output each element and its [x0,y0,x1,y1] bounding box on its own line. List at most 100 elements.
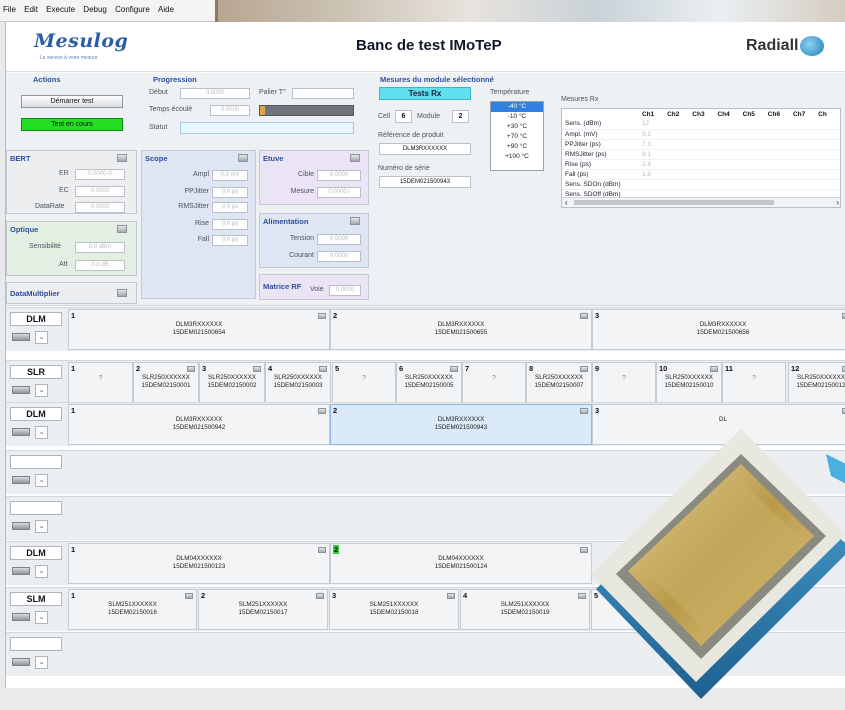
cell-empty [714,159,740,170]
menu-file[interactable]: File [0,0,19,14]
menu-edit[interactable]: Edit [21,0,41,14]
slot-indicator-icon [187,366,195,372]
cell-empty [689,139,715,150]
optique-title: Optique [10,225,39,234]
temperature-option[interactable]: -40 °C [491,102,543,112]
temperature-option[interactable]: +70 °C [491,132,543,142]
module-slot[interactable]: 9? [592,362,656,403]
chevron-down-icon[interactable]: ⌄ [35,656,48,669]
module-slot[interactable]: 1? [68,362,133,403]
module-slot[interactable]: 12 SLR250XXXXXX 15DEM02150012 [788,362,845,403]
statut-field [180,122,354,134]
menu-aide[interactable]: Aide [155,0,177,14]
slot-number: 3 [595,311,600,320]
cell-empty [789,139,816,150]
rack-name-field[interactable]: DLM [10,312,62,326]
rack-selector[interactable]: ⌄ [10,520,62,533]
rack-name-field[interactable]: DLM [10,407,62,421]
horizontal-scrollbar[interactable]: ‹ › [562,197,840,207]
voie-field: 0.0000 [329,285,361,296]
cell-empty [789,149,816,160]
menu-configure[interactable]: Configure [112,0,153,14]
rack-name-field[interactable] [10,455,62,469]
temperature-option[interactable]: +90 °C [491,142,543,152]
ec-label: EC [59,187,69,194]
module-slot[interactable]: 3 SLM251XXXXXX 15DEM02150018 [329,589,459,630]
chevron-down-icon[interactable]: ⌄ [35,426,48,439]
module-slot[interactable]: 5? [332,362,396,403]
temperature-option[interactable]: +30 °C [491,122,543,132]
module-slot[interactable]: 3 DLM3RXXXXXX 15DEM021500656 [592,309,845,350]
module-slot[interactable]: 2 DLM3RXXXXXX 15DEM021500655 [330,309,592,350]
module-slot[interactable]: 3 SLR250XXXXXX 15DEM02150002 [199,362,265,403]
alimentation-panel: Alimentation Tension 0.0000 Courant 0.00… [259,213,369,268]
slot-number: 2 [333,545,340,554]
rack-name-field[interactable] [10,637,62,651]
temperature-option[interactable]: -10 °C [491,112,543,122]
matrice-rf-title: Matrice RF [263,282,302,291]
brand-text: Radiall [746,37,799,55]
rack-name-field[interactable]: SLM [10,592,62,606]
slot-unknown: ? [492,375,496,382]
temperature-list[interactable]: -40 °C -10 °C +30 °C +70 °C +90 °C +100 °C [490,101,544,171]
rack-selector[interactable]: ⌄ [10,331,62,344]
chevron-down-icon[interactable]: ⌄ [35,520,48,533]
rack-selector[interactable]: ⌄ [10,656,62,669]
slot-number: 3 [202,364,207,373]
cell-ch1 [638,179,665,190]
menu-execute[interactable]: Execute [43,0,78,14]
temperature-label: Température [490,89,530,96]
debut-label: Début [149,89,168,96]
rack-selector[interactable]: ⌄ [10,384,62,397]
rack-name-field[interactable]: DLM [10,546,62,560]
module-slot[interactable]: 1 DLM04XXXXXX 15DEM021500123 [68,543,330,584]
module-slot[interactable]: 11? [722,362,786,403]
cell-empty [739,179,765,190]
fall-label: Fall [197,236,209,243]
slot-serial: 15DEM021500942 [172,424,226,431]
module-slot[interactable]: 1 SLM251XXXXXX 15DEM02150016 [68,589,197,630]
rack-selector[interactable]: ⌄ [10,565,62,578]
module-slot[interactable]: 10 SLR250XXXXXX 15DEM02150010 [656,362,722,403]
rack-name-field[interactable]: SLR [10,365,62,379]
module-label: Module [417,113,440,120]
rack-selector[interactable]: ⌄ [10,474,62,487]
start-test-button[interactable]: Démarrer test [21,95,123,108]
cell-empty [689,179,715,190]
scope-panel: Scope Ampl 0.0 mV PPJitter 0.0 ps RMSJit… [141,150,256,299]
module-slot[interactable]: 2 SLM251XXXXXX 15DEM02150017 [198,589,328,630]
scroll-right-icon[interactable]: › [836,198,839,207]
slot-number: 6 [399,364,404,373]
module-slot[interactable]: 2 DLM3RXXXXXX 15DEM021500943 [330,404,592,445]
cell-empty [764,129,790,140]
scroll-left-icon[interactable]: ‹ [565,198,568,207]
slot-reference: SLR250XXXXXX [665,374,713,381]
scrollbar-thumb[interactable] [574,200,774,205]
module-slot[interactable]: 2 DLM04XXXXXX 15DEM021500124 [330,543,592,584]
cell-empty [714,129,740,140]
module-slot[interactable]: 8 SLR250XXXXXX 15DEM02150007 [526,362,592,403]
chevron-down-icon[interactable]: ⌄ [35,474,48,487]
chevron-down-icon[interactable]: ⌄ [35,565,48,578]
slot-reference: SLM251XXXXXX [369,601,419,608]
chevron-down-icon[interactable]: ⌄ [35,331,48,344]
chevron-down-icon[interactable]: ⌄ [35,384,48,397]
debut-field: 0.0000 [180,88,250,99]
rack-name-field[interactable] [10,501,62,515]
menu-debug[interactable]: Debug [80,0,110,14]
module-slot[interactable]: 1 DLM3RXXXXXX 15DEM021500942 [68,404,330,445]
rack-selector[interactable]: ⌄ [10,611,62,624]
module-slot[interactable]: 6 SLR250XXXXXX 15DEM02150005 [396,362,462,403]
datarate-label: DataRate [35,203,65,210]
module-slot[interactable]: 7? [462,362,526,403]
slot-number: 2 [201,591,206,600]
module-slot[interactable]: 2 SLR250XXXXXX 15DEM02150001 [133,362,199,403]
chevron-down-icon[interactable]: ⌄ [35,611,48,624]
module-slot[interactable]: 1 DLM3RXXXXXX 15DEM021500654 [68,309,330,350]
cell-empty [789,179,816,190]
table-row: Sens. SDOn (dBm) [562,179,840,190]
module-slot[interactable]: 4 SLM251XXXXXX 15DEM02150019 [460,589,590,630]
module-slot[interactable]: 4 SLR250XXXXXX 15DEM02150003 [265,362,331,403]
temperature-option[interactable]: +100 °C [491,152,543,162]
rack-selector[interactable]: ⌄ [10,426,62,439]
